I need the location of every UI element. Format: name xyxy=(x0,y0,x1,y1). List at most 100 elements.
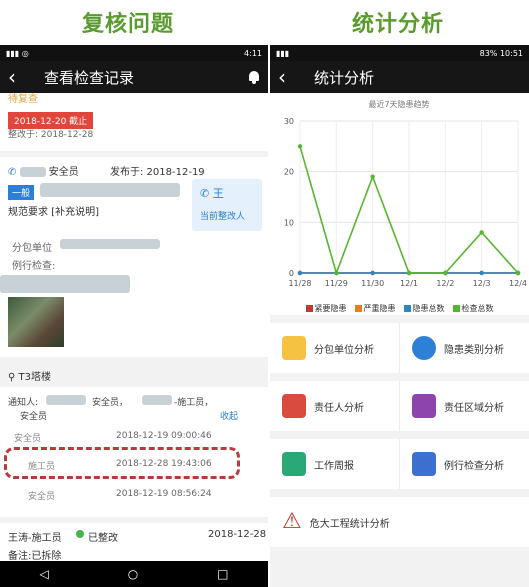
data-point xyxy=(406,270,412,276)
record-row: 安全员 xyxy=(28,489,55,502)
warning-triangle-icon: ⚠ xyxy=(282,509,302,534)
location-pin-icon: ⚲ xyxy=(8,372,16,383)
issue-photo[interactable] xyxy=(8,297,64,347)
last-record-name: 王涛-施工员 xyxy=(8,533,62,544)
menu-label: 危大工程统计分析 xyxy=(309,518,390,530)
menu-row: ⚠ 危大工程统计分析 xyxy=(270,497,529,547)
menu-category-analysis[interactable]: 隐患类别分析 xyxy=(399,323,529,373)
last-record: 王涛-施工员 已整改 2018-12-28 备注:已拆除 xyxy=(0,523,268,563)
record-time: 2018-12-19 08:56:24 xyxy=(116,489,212,499)
bell-icon[interactable] xyxy=(248,70,260,84)
inspection-blur xyxy=(0,275,130,293)
menu-row: 工作周报 例行检查分析 xyxy=(270,439,529,489)
menu-subcontractor-analysis[interactable]: 分包单位分析 xyxy=(270,323,399,373)
collapse-link[interactable]: 收起 xyxy=(220,409,238,422)
published-date: 发布于: 2018-12-19 xyxy=(110,167,205,178)
publisher-role: 安全员 xyxy=(48,167,79,178)
data-point xyxy=(479,230,484,235)
last-record-date: 2018-12-28 xyxy=(208,529,267,540)
page-title: 查看检查记录 xyxy=(44,68,135,87)
legend-item[interactable]: 检查总数 xyxy=(452,303,494,314)
status-time: 10:51 xyxy=(499,48,523,58)
data-point xyxy=(515,270,521,276)
rectifier-card[interactable]: ✆ 王 当前整改人 xyxy=(192,179,262,231)
menu-label: 例行检查分析 xyxy=(444,460,504,472)
system-nav-bar: ◁ ○ □ xyxy=(0,561,268,587)
x-tick-label: 12/2 xyxy=(436,279,454,288)
trend-chart-card: 最近7天隐患趋势 0 10 20 30 11/28 11/29 11/30 12/1 12/2 12… xyxy=(270,93,529,315)
app-bar: ‹ 查看检查记录 xyxy=(0,61,268,93)
notice-blur-2 xyxy=(142,395,172,405)
rectifier-role: 当前整改人 xyxy=(200,212,246,222)
signal-icon: ▮▮▮ xyxy=(276,48,290,58)
subcontractor-label: 分包单位 xyxy=(12,243,52,254)
legend-label: 检查总数 xyxy=(461,304,494,313)
notice-text: 安全员， xyxy=(92,398,129,408)
nav-recent-icon[interactable]: □ xyxy=(217,567,228,581)
right-caption: 统计分析 xyxy=(352,12,445,37)
notice-text-2: -施工员， xyxy=(174,398,214,408)
pending-status: 待复查 xyxy=(8,94,38,105)
x-tick-label: 11/29 xyxy=(325,279,348,288)
menu-responsible-analysis[interactable]: 责任人分析 xyxy=(270,381,399,431)
page-title: 统计分析 xyxy=(314,68,375,87)
legend-item[interactable]: 严重隐患 xyxy=(354,303,396,314)
menu-label: 责任区域分析 xyxy=(444,402,504,414)
flag-chart-icon xyxy=(412,394,436,418)
inspection-label: 例行检查: xyxy=(12,261,56,272)
done-dot-icon xyxy=(76,530,84,538)
menu-major-project-analysis[interactable]: ⚠ 危大工程统计分析 xyxy=(270,497,529,547)
legend-item[interactable]: 紧要隐患 xyxy=(305,303,347,314)
menu-row: 责任人分析 责任区域分析 xyxy=(270,381,529,431)
legend-label: 紧要隐患 xyxy=(314,304,347,313)
last-record-status: 已整改 xyxy=(88,533,118,544)
data-point xyxy=(297,144,303,149)
rectifier-name: 王 xyxy=(212,187,224,200)
nav-home-icon[interactable]: ○ xyxy=(128,567,138,581)
y-tick-label: 10 xyxy=(284,218,294,227)
x-tick-label: 12/3 xyxy=(473,279,491,288)
legend-swatch xyxy=(305,305,313,312)
trend-chart: 最近7天隐患趋势 0 10 20 30 11/28 11/29 11/30 12/1 12/2 12… xyxy=(284,99,527,288)
menu-row: 分包单位分析 隐患类别分析 xyxy=(270,323,529,373)
status-bar: ▮▮▮ 83% 10:51 xyxy=(270,45,529,61)
publisher-row: ✆ 安全员 xyxy=(8,163,79,178)
data-point xyxy=(443,270,448,276)
publisher-name-blur xyxy=(19,167,46,177)
nav-back-icon[interactable]: ◁ xyxy=(39,567,48,581)
location-bar: ⚲ T3塔楼 xyxy=(0,363,268,385)
notice-label: 通知人: xyxy=(8,398,39,408)
menu-routine-inspection-analysis[interactable]: 例行检查分析 xyxy=(399,439,529,489)
chart-legend: 紧要隐患 严重隐患 隐患总数 检查总数 xyxy=(270,303,529,314)
menu-weekly-report[interactable]: 工作周报 xyxy=(270,439,399,489)
record-time: 2018-12-19 09:00:46 xyxy=(116,431,212,441)
clipboard-check-icon xyxy=(412,452,436,476)
record-header: 待复查 2018-12-20 截止 整改于: 2018-12-28 xyxy=(0,93,268,151)
person-chart-icon xyxy=(282,394,306,418)
severity-tag: 一般 xyxy=(8,185,35,200)
legend-item[interactable]: 隐患总数 xyxy=(403,303,445,314)
y-tick-label: 0 xyxy=(289,269,294,278)
right-phone: ▮▮▮ 83% 10:51 ‹ 统计分析 最近7天隐患趋势 0 10 20 30 11/2… xyxy=(270,45,529,587)
legend-swatch xyxy=(354,305,362,312)
menu-label: 隐患类别分析 xyxy=(444,344,504,356)
notice-blur-1 xyxy=(46,395,86,405)
menu-label: 工作周报 xyxy=(314,460,354,472)
issue-card: ✆ 安全员 发布于: 2018-12-19 一般 规范要求 [补充说明] ✆ 王… xyxy=(0,157,268,357)
y-tick-label: 30 xyxy=(284,117,294,126)
data-point xyxy=(297,270,303,276)
data-point xyxy=(334,270,339,276)
record-row: 安全员 xyxy=(14,431,41,444)
notice-card: 通知人: 安全员， -施工员， 安全员 收起 安全员 2018-12-19 09… xyxy=(0,387,268,517)
pie-chart-icon xyxy=(412,336,436,360)
menu-area-analysis[interactable]: 责任区域分析 xyxy=(399,381,529,431)
x-tick-label: 11/28 xyxy=(288,279,311,288)
y-tick-label: 20 xyxy=(284,168,294,177)
back-icon[interactable]: ‹ xyxy=(278,65,300,89)
signal-icon: ▮▮▮ ◎ xyxy=(6,48,29,58)
data-point xyxy=(479,270,484,276)
building-chart-icon xyxy=(282,336,306,360)
legend-swatch xyxy=(452,305,460,312)
back-icon[interactable]: ‹ xyxy=(8,65,30,89)
status-bar: ▮▮▮ ◎ 4:11 xyxy=(0,45,268,61)
